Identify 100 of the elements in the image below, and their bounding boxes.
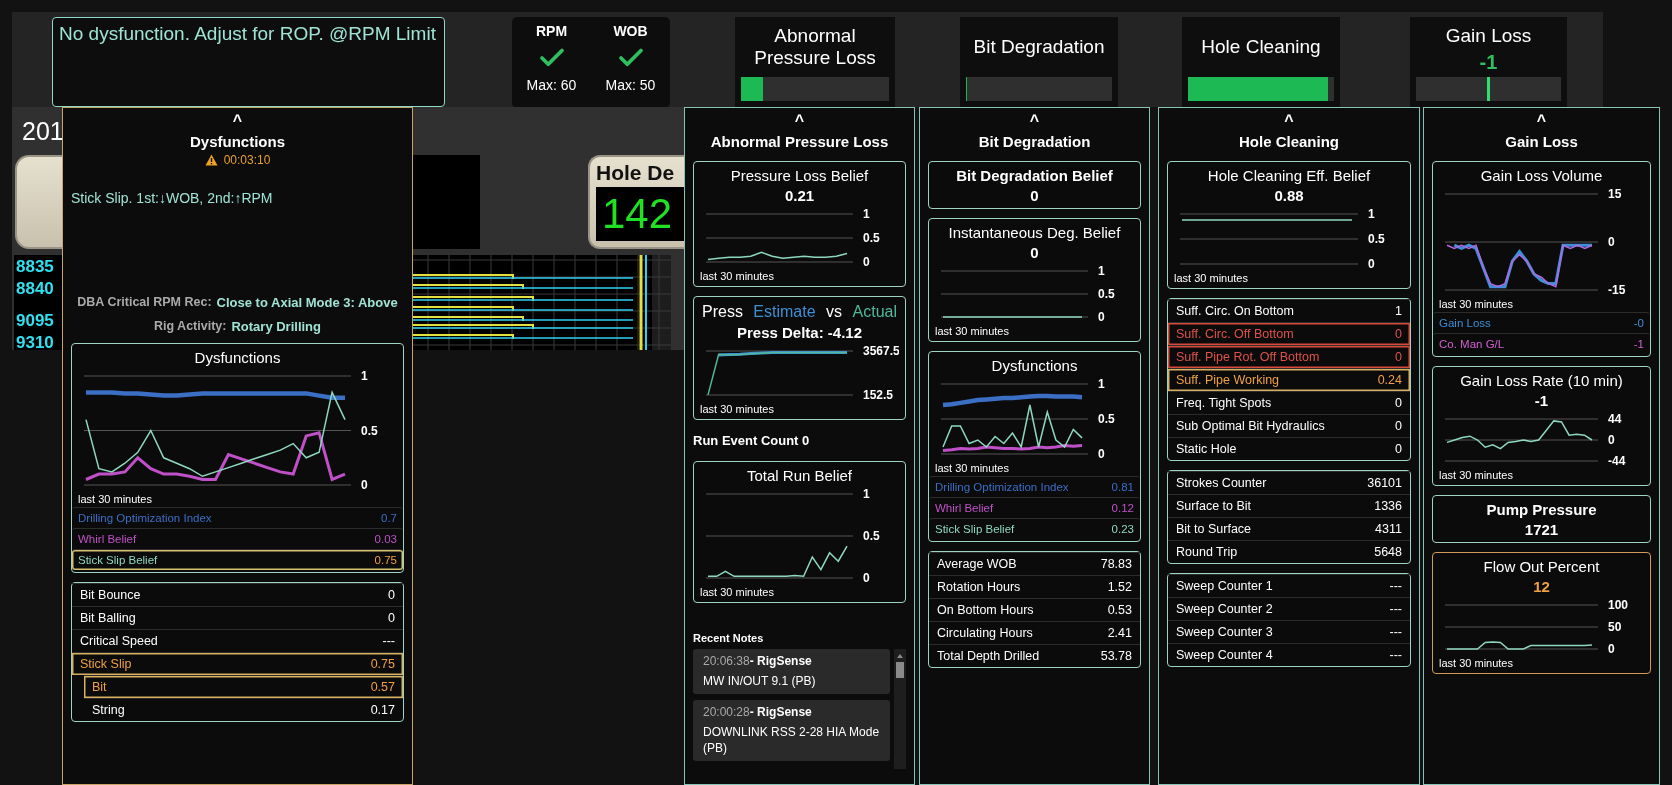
axis-tick-label: 0 (361, 478, 368, 492)
row-label: Sub Optimal Bit Hydraulics (1176, 419, 1325, 433)
panel-title: Bit Degradation (978, 132, 1091, 152)
row-value: 0.53 (1107, 603, 1132, 617)
chart-caption: last 30 minutes (1438, 657, 1514, 671)
row-label: Critical Speed (80, 634, 158, 648)
row-value: 0 (388, 588, 395, 602)
tile-title: Gain Loss (1445, 24, 1532, 48)
row-value: 1 (1395, 304, 1402, 318)
chart-caption: last 30 minutes (699, 586, 775, 600)
axis-tick-label: 0.5 (1098, 287, 1115, 301)
card-title: Dysfunctions (193, 348, 282, 368)
row-label: Static Hole (1176, 442, 1237, 456)
note-header: 20:06:38- RigSense (703, 654, 813, 668)
field-value: Rotary Drilling (231, 319, 321, 334)
card-title: Pressure Loss Belief (729, 166, 870, 186)
row-value: 1.52 (1107, 580, 1132, 594)
legend-label: Estimate (753, 303, 816, 321)
axis-tick-label: 1 (863, 207, 870, 221)
legend-label: Co. Man G/L (1439, 338, 1505, 350)
limit-label: RPM (535, 23, 568, 39)
row-value: 78.83 (1100, 557, 1132, 571)
panel-title: Abnormal Pressure Loss (710, 132, 889, 152)
axis-tick-label: 50 (1608, 620, 1622, 634)
row-label: Round Trip (1176, 545, 1238, 559)
chart-caption: last 30 minutes (1438, 298, 1514, 312)
axis-tick-label: 0 (863, 255, 870, 269)
row-value: --- (1389, 579, 1402, 593)
legend-value: 0.7 (381, 512, 397, 524)
row-label: Suff. Circ. On Bottom (1176, 304, 1294, 318)
row-label: Average WOB (937, 557, 1017, 571)
depth-mark: 8840 (16, 279, 54, 299)
card-value: -1 (1533, 391, 1550, 411)
panel-title: Dysfunctions (190, 132, 285, 152)
legend-label: Gain Loss (1439, 317, 1491, 329)
legend-value: 0.12 (1111, 502, 1134, 514)
axis-tick-label: 0 (1098, 310, 1105, 324)
axis-tick-label: 152.5 (863, 388, 894, 402)
row-value: 0.75 (370, 657, 395, 671)
axis-tick-label: 0 (1608, 433, 1615, 447)
card-title: Gain Loss Rate (10 min) (1459, 371, 1624, 391)
row-label: On Bottom Hours (937, 603, 1034, 617)
row-label: Bit to Surface (1176, 522, 1252, 536)
row-value: 0.24 (1377, 373, 1402, 387)
row-label: Bit Bounce (80, 588, 141, 602)
row-label: Surface to Bit (1176, 499, 1252, 513)
row-label: String (92, 703, 125, 717)
tile-title: Abnormal Pressure Loss (753, 24, 877, 70)
axis-tick-label: 0.5 (863, 231, 880, 245)
axis-tick-label: 0 (1098, 447, 1105, 461)
card-value: 0.21 (783, 186, 816, 206)
legend-label: Stick Slip Belief (78, 554, 158, 566)
note-text: DOWNLINK RSS 2-28 HIA Mode (PB) (703, 724, 880, 756)
row-value: 0 (1395, 350, 1402, 364)
axis-tick-label: 1 (361, 369, 368, 383)
advisory-message: No dysfunction. Adjust for ROP. @RPM Limit (52, 17, 445, 107)
card-title: Press (702, 303, 743, 321)
axis-tick-label: 0.5 (1368, 232, 1385, 246)
axis-tick-label: 3567.5 (863, 344, 899, 358)
limit-max: Max: 60 (526, 77, 577, 93)
field-label: DBA Critical RPM Rec: (77, 295, 212, 310)
legend-label: Drilling Optimization Index (935, 481, 1069, 493)
row-label: Rotation Hours (937, 580, 1021, 594)
card-value: 0 (1029, 186, 1040, 206)
card-title: vs (826, 303, 843, 321)
row-value: 0 (1395, 419, 1402, 433)
card-value: 12 (1532, 577, 1551, 597)
row-label: Sweep Counter 3 (1176, 625, 1273, 639)
advice-text: Stick Slip. 1st:↓WOB, 2nd:↑RPM (71, 189, 274, 208)
row-label: Sweep Counter 2 (1176, 602, 1273, 616)
panel-title: Gain Loss (1505, 132, 1578, 152)
axis-tick-label: 44 (1608, 412, 1622, 426)
card-title: Dysfunctions (990, 356, 1079, 376)
chart-caption: last 30 minutes (934, 462, 1010, 476)
axis-tick-label: 0 (863, 571, 870, 585)
row-label: Sweep Counter 1 (1176, 579, 1273, 593)
row-value: --- (1389, 648, 1402, 662)
row-label: Stick Slip (80, 657, 132, 671)
axis-tick-label: 1 (1098, 377, 1105, 391)
row-value: --- (382, 634, 395, 648)
row-value: 4311 (1375, 522, 1402, 536)
axis-tick-label: 0 (1368, 257, 1375, 271)
axis-tick-label: 1 (1368, 207, 1375, 221)
notes-title: Recent Notes (693, 632, 765, 644)
axis-tick-label: 0.5 (361, 423, 378, 438)
row-label: Suff. Circ. Off Bottom (1176, 327, 1294, 341)
chart-caption: last 30 minutes (1173, 272, 1249, 286)
card-value: Press Delta: -4.12 (735, 323, 864, 343)
limit-label: WOB (613, 23, 648, 39)
gauge-label: Hole De (596, 161, 675, 185)
gauge-value: 142 (602, 191, 673, 237)
panel-title: Hole Cleaning (1239, 132, 1339, 152)
row-label: Sweep Counter 4 (1176, 648, 1273, 662)
row-value: --- (1389, 625, 1402, 639)
tile-title: Hole Cleaning (1201, 35, 1321, 59)
legend-value: 0.81 (1111, 481, 1134, 493)
card-value: 0 (1029, 243, 1040, 263)
run-event-count: Run Event Count 0 (693, 432, 811, 450)
row-value: 5648 (1374, 545, 1402, 559)
field-value: Close to Axial Mode 3: Above (216, 295, 398, 310)
